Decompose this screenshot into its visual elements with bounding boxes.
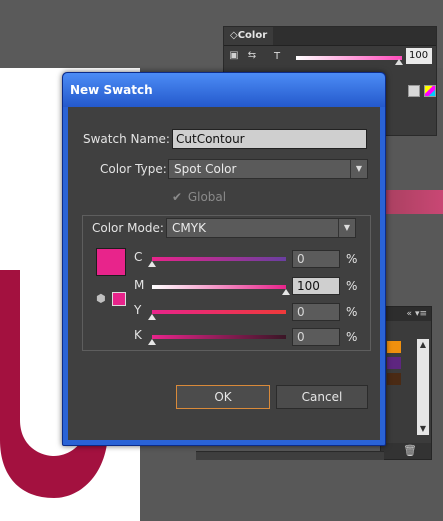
color-type-select[interactable]: Spot Color ▼ xyxy=(168,159,368,179)
channel-c-label: C xyxy=(134,250,143,264)
scroll-down-icon[interactable]: ▼ xyxy=(417,423,429,435)
channel-m-value[interactable]: 100 xyxy=(292,277,340,295)
channel-m-slider[interactable] xyxy=(152,285,286,289)
ok-button[interactable]: OK xyxy=(176,385,270,409)
channel-y-unit: % xyxy=(346,305,358,319)
color-panel-tabbar: ◇Color xyxy=(224,27,436,46)
fill-stroke-icon[interactable]: ▣ xyxy=(228,50,240,62)
swatches-panel: « ▾≡ ▲ ▼ 🗑 xyxy=(380,306,432,460)
dialog-title: New Swatch xyxy=(63,73,385,107)
channel-k-thumb[interactable] xyxy=(148,339,156,345)
channel-c-slider[interactable] xyxy=(152,257,286,261)
channel-c-value[interactable]: 0 xyxy=(292,250,340,268)
tint-label: T xyxy=(274,51,281,62)
color-mode-value: CMYK xyxy=(172,221,206,235)
global-checkbox[interactable]: ✔ Global xyxy=(172,190,226,204)
swatch-purple[interactable] xyxy=(387,357,401,369)
spot-preview-swatch xyxy=(112,292,126,306)
swatch-orange[interactable] xyxy=(387,341,401,353)
checkmark-icon: ✔ xyxy=(172,190,183,204)
channel-y-thumb[interactable] xyxy=(148,314,156,320)
trash-icon[interactable]: 🗑 xyxy=(403,444,417,457)
tint-slider-thumb[interactable] xyxy=(395,59,403,65)
channel-m-thumb[interactable] xyxy=(282,289,290,295)
swatches-panel-footer: 🗑 xyxy=(381,443,431,459)
channel-m-label: M xyxy=(134,278,145,292)
panel-collapse-icon[interactable]: « xyxy=(407,309,413,319)
channel-y-label: Y xyxy=(134,303,142,317)
cancel-button[interactable]: Cancel xyxy=(276,385,368,409)
color-type-label: Color Type: xyxy=(100,162,167,176)
spot-color-icon: ⬢ xyxy=(96,292,106,305)
color-panel-row: ▣ ⇆ T 100 xyxy=(224,46,436,68)
channel-m-unit: % xyxy=(346,279,358,293)
tint-slider-track[interactable] xyxy=(296,56,402,60)
channel-k-value[interactable]: 0 xyxy=(292,328,340,346)
color-panel-tab-label: Color xyxy=(237,30,268,41)
color-mode-label: Color Mode: xyxy=(92,221,164,235)
swatches-panel-header: « ▾≡ xyxy=(381,307,431,321)
channel-y-value[interactable]: 0 xyxy=(292,303,340,321)
swatch-name-input[interactable]: CutContour xyxy=(172,129,367,149)
swatch-name-label: Swatch Name: xyxy=(83,132,170,146)
dialog-body: Swatch Name: CutContour Color Type: Spot… xyxy=(68,107,380,440)
swatches-scrollbar[interactable]: ▲ ▼ xyxy=(417,339,429,435)
tint-value-field[interactable]: 100 xyxy=(406,48,432,64)
color-mode-select[interactable]: CMYK ▼ xyxy=(166,218,356,238)
swatch-brown[interactable] xyxy=(387,373,401,385)
panel-menu-icon[interactable]: ▾≡ xyxy=(415,309,427,319)
channel-k-slider[interactable] xyxy=(152,335,286,339)
chevron-down-icon: ▼ xyxy=(338,219,355,237)
channel-y-slider[interactable] xyxy=(152,310,286,314)
color-type-value: Spot Color xyxy=(174,162,237,176)
channel-k-unit: % xyxy=(346,330,358,344)
channel-k-label: K xyxy=(134,328,142,342)
panel-bottom-grip[interactable] xyxy=(196,451,384,460)
global-label: Global xyxy=(187,190,227,204)
chevron-down-icon: ▼ xyxy=(350,160,367,178)
color-preview-swatch xyxy=(96,248,126,276)
white-swatch[interactable] xyxy=(408,85,420,97)
scroll-up-icon[interactable]: ▲ xyxy=(417,339,429,351)
color-spectrum-bar[interactable] xyxy=(384,190,443,214)
color-panel-tab[interactable]: ◇Color xyxy=(224,27,274,45)
new-swatch-dialog: New Swatch Swatch Name: CutContour Color… xyxy=(62,72,386,446)
swap-arrows-icon[interactable]: ⇆ xyxy=(246,50,258,62)
channel-c-unit: % xyxy=(346,252,358,266)
channel-c-thumb[interactable] xyxy=(148,261,156,267)
none-swatch[interactable] xyxy=(424,85,436,97)
